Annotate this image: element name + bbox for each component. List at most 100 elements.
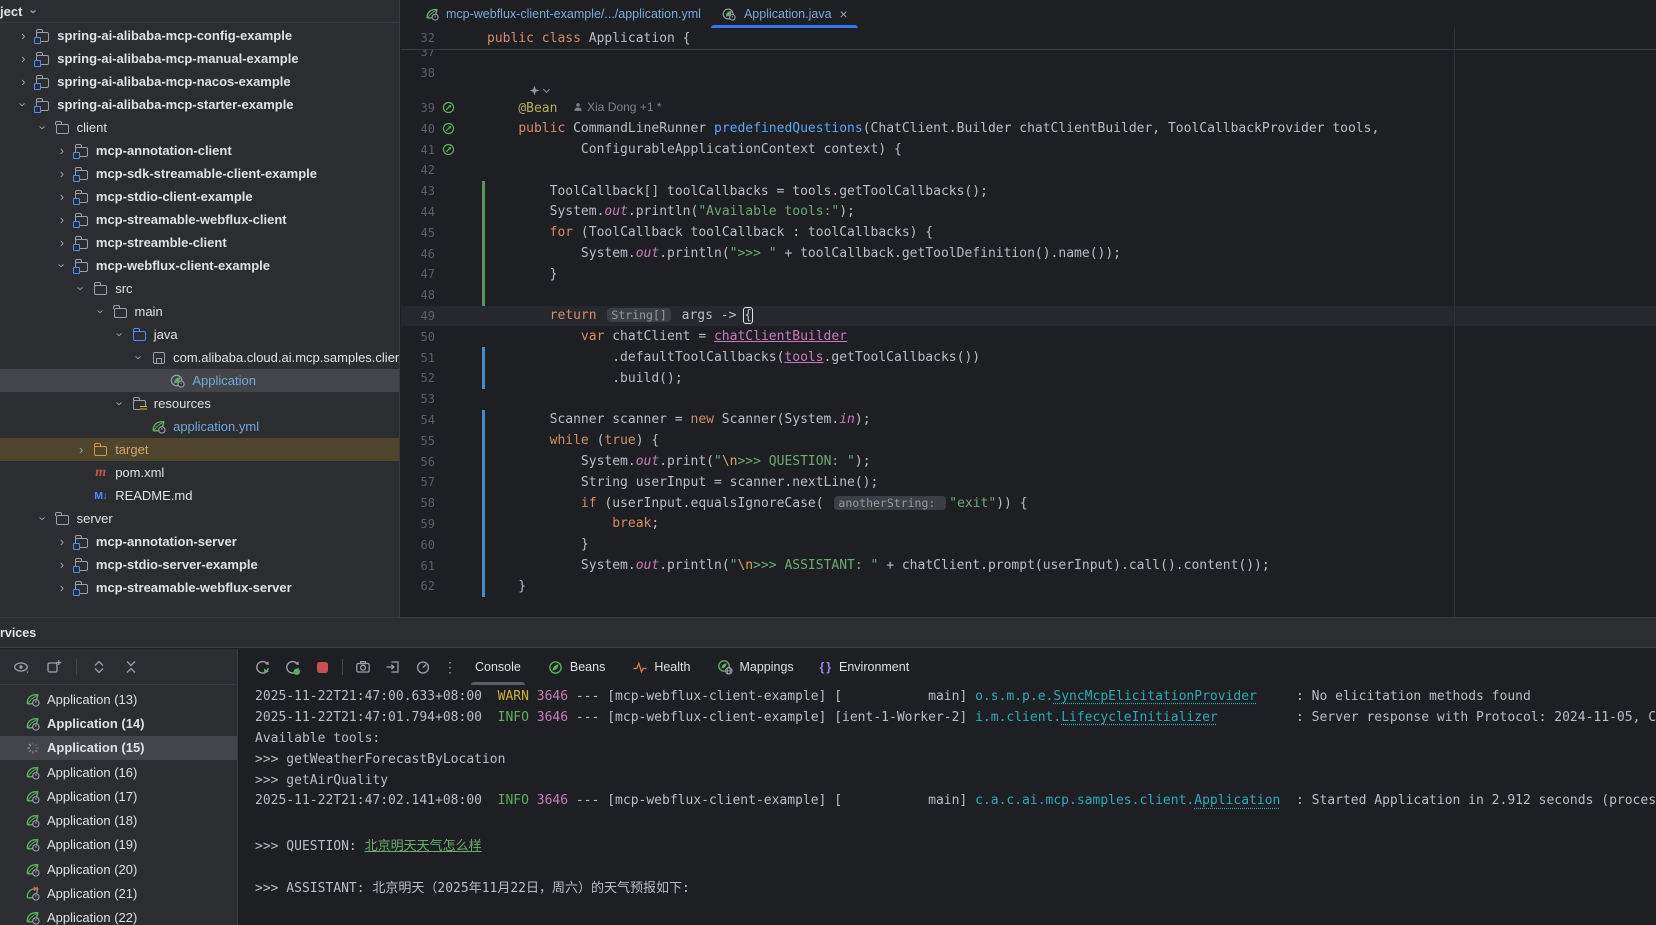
more-options-icon[interactable]: ⋮ bbox=[443, 659, 457, 676]
tree-item[interactable]: ›spring-ai-alibaba-mcp-manual-example bbox=[0, 47, 399, 70]
chevron-down-icon[interactable]: › bbox=[55, 259, 68, 273]
services-panel-header[interactable]: rvices bbox=[0, 618, 1656, 648]
console-output[interactable]: 2025-11-22T21:47:00.633+08:00 WARN 3646 … bbox=[255, 689, 1656, 925]
expand-all-icon[interactable] bbox=[89, 657, 109, 677]
chevron-right-icon[interactable]: › bbox=[55, 581, 69, 594]
code-line[interactable]: 49 return String[] args -> { bbox=[401, 306, 1656, 327]
chevron-down-icon[interactable]: › bbox=[113, 397, 126, 411]
code-line[interactable]: 50 var chatClient = chatClientBuilder bbox=[401, 326, 1656, 347]
code-line[interactable]: 43 ToolCallback[] toolCallbacks = tools.… bbox=[401, 181, 1656, 202]
tree-item[interactable]: ›spring-ai-alibaba-mcp-starter-example bbox=[0, 93, 399, 116]
chevron-right-icon[interactable]: › bbox=[55, 167, 69, 180]
code-line[interactable]: 48 bbox=[401, 285, 1656, 306]
ai-sparkle-icon[interactable] bbox=[529, 85, 540, 96]
code-line[interactable]: 53 bbox=[401, 389, 1656, 410]
chevron-down-icon[interactable]: › bbox=[36, 121, 49, 135]
tree-item[interactable]: ›spring-ai-alibaba-mcp-config-example bbox=[0, 24, 399, 47]
chevron-right-icon[interactable]: › bbox=[16, 75, 30, 88]
add-service-icon[interactable] bbox=[44, 657, 64, 677]
chevron-down-icon[interactable]: › bbox=[113, 328, 126, 342]
tab-beans[interactable]: Beans bbox=[539, 649, 613, 685]
chevron-down-icon[interactable]: › bbox=[75, 282, 88, 296]
code-viewport[interactable]: 373839 @Bean Xia Dong +1 *40 public Comm… bbox=[401, 50, 1656, 597]
stop-icon[interactable] bbox=[312, 657, 332, 677]
chevron-down-icon[interactable]: › bbox=[133, 351, 146, 365]
tree-item[interactable]: ›main bbox=[0, 300, 399, 323]
code-line[interactable]: 47 } bbox=[401, 264, 1656, 285]
chevron-right-icon[interactable]: › bbox=[16, 29, 30, 42]
code-line[interactable]: 58 if (userInput.equalsIgnoreCase( anoth… bbox=[401, 493, 1656, 514]
tree-item[interactable]: ›mcp-stdio-client-example bbox=[0, 185, 399, 208]
service-item[interactable]: Application (19) bbox=[0, 833, 237, 857]
thread-dump-icon[interactable] bbox=[353, 657, 373, 677]
chevron-right-icon[interactable]: › bbox=[55, 535, 69, 548]
service-item[interactable]: Application (15) bbox=[0, 736, 237, 760]
tree-item[interactable]: ›mcp-stdio-server-example bbox=[0, 553, 399, 576]
spring-bean-gutter-icon[interactable] bbox=[442, 101, 455, 114]
tree-item[interactable]: ›server bbox=[0, 507, 399, 530]
chevron-right-icon[interactable]: › bbox=[55, 190, 69, 203]
project-panel-header[interactable]: ject › bbox=[0, 0, 399, 23]
spring-bean-gutter-icon[interactable] bbox=[442, 122, 455, 135]
close-icon[interactable]: × bbox=[840, 6, 848, 22]
tree-item[interactable]: ›mcp-webflux-client-example bbox=[0, 254, 399, 277]
tree-item[interactable]: ›target bbox=[0, 438, 399, 461]
code-line[interactable]: 56 System.out.print("\n>>> QUESTION: "); bbox=[401, 451, 1656, 472]
code-line[interactable]: 40 public CommandLineRunner predefinedQu… bbox=[401, 118, 1656, 139]
chevron-right-icon[interactable]: › bbox=[74, 443, 88, 456]
tree-item[interactable]: ›mcp-streamble-client bbox=[0, 231, 399, 254]
service-item[interactable]: Application (22) bbox=[0, 906, 237, 925]
chevron-down-icon[interactable]: › bbox=[17, 98, 30, 112]
exit-icon[interactable] bbox=[383, 657, 403, 677]
tab-application-java[interactable]: Application.java × bbox=[711, 0, 858, 28]
tab-health[interactable]: Health bbox=[623, 649, 698, 685]
code-line[interactable]: 39 @Bean Xia Dong +1 * bbox=[401, 98, 1656, 119]
code-line[interactable]: 62 } bbox=[401, 576, 1656, 597]
tree-item[interactable]: ›mcp-streamable-webflux-server bbox=[0, 576, 399, 599]
chevron-right-icon[interactable]: › bbox=[55, 144, 69, 157]
tree-item[interactable]: ›mcp-annotation-server bbox=[0, 530, 399, 553]
tree-item[interactable]: ›mcp-streamable-webflux-client bbox=[0, 208, 399, 231]
code-line[interactable]: 55 while (true) { bbox=[401, 430, 1656, 451]
tab-environment[interactable]: {} Environment bbox=[812, 649, 918, 685]
tree-item[interactable]: ›mcp-sdk-streamable-client-example bbox=[0, 162, 399, 185]
chevron-down-icon[interactable] bbox=[543, 86, 550, 93]
tree-item[interactable]: ›resources bbox=[0, 392, 399, 415]
project-tree[interactable]: ›spring-ai-alibaba-mcp-config-example›sp… bbox=[0, 24, 399, 617]
service-item[interactable]: Application (16) bbox=[0, 760, 237, 784]
rerun-spring-application-icon[interactable] bbox=[282, 657, 302, 677]
chevron-down-icon[interactable]: › bbox=[94, 305, 107, 319]
code-line[interactable]: 42 bbox=[401, 160, 1656, 181]
tree-item[interactable]: ›application.yml bbox=[0, 415, 399, 438]
gauge-icon[interactable] bbox=[413, 657, 433, 677]
service-item[interactable]: Application (18) bbox=[0, 808, 237, 832]
tree-item[interactable]: ›java bbox=[0, 323, 399, 346]
service-item[interactable]: Application (13) bbox=[0, 687, 237, 711]
tree-item[interactable]: ›mcp-annotation-client bbox=[0, 139, 399, 162]
code-line[interactable]: 57 String userInput = scanner.nextLine()… bbox=[401, 472, 1656, 493]
tree-item[interactable]: ›src bbox=[0, 277, 399, 300]
tree-item[interactable]: ›M↓README.md bbox=[0, 484, 399, 507]
rerun-icon[interactable] bbox=[252, 657, 272, 677]
chevron-right-icon[interactable]: › bbox=[55, 236, 69, 249]
service-item[interactable]: Application (14) bbox=[0, 711, 237, 735]
chevron-right-icon[interactable]: › bbox=[16, 52, 30, 65]
chevron-right-icon[interactable]: › bbox=[55, 213, 69, 226]
code-line[interactable]: 61 System.out.println("\n>>> ASSISTANT: … bbox=[401, 555, 1656, 576]
service-item[interactable]: Application (20) bbox=[0, 857, 237, 881]
code-line[interactable]: 46 System.out.println(">>> " + toolCallb… bbox=[401, 243, 1656, 264]
tab-mappings[interactable]: Mappings bbox=[708, 649, 801, 685]
code-line[interactable]: 51 .defaultToolCallbacks(tools.getToolCa… bbox=[401, 347, 1656, 368]
code-line[interactable]: 60 } bbox=[401, 534, 1656, 555]
collapse-all-icon[interactable] bbox=[121, 657, 141, 677]
code-line[interactable]: 32public class Application { bbox=[401, 28, 1656, 49]
service-item[interactable]: Application (17) bbox=[0, 784, 237, 808]
ai-inlay-row[interactable] bbox=[401, 84, 1656, 98]
service-item[interactable]: Application (21) bbox=[0, 881, 237, 905]
code-line[interactable]: 45 for (ToolCallback toolCallback : tool… bbox=[401, 222, 1656, 243]
services-list[interactable]: Application (13)Application (14)Applicat… bbox=[0, 685, 237, 925]
tree-item[interactable]: ›Application bbox=[0, 369, 399, 392]
chevron-down-icon[interactable]: › bbox=[36, 512, 49, 526]
code-line[interactable]: 54 Scanner scanner = new Scanner(System.… bbox=[401, 410, 1656, 431]
tab-application-yml[interactable]: mcp-webflux-client-example/.../applicati… bbox=[413, 0, 711, 28]
